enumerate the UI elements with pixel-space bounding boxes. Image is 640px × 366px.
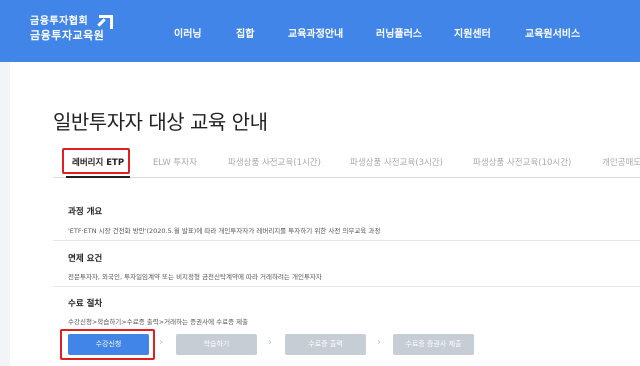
- section-divider: [53, 240, 640, 241]
- logo-line2: 금융투자교육원: [30, 29, 105, 42]
- chevron-right-icon: ›: [159, 337, 163, 348]
- overview-title: 과정 개요: [68, 207, 103, 217]
- procedure-title: 수료 절차: [68, 299, 103, 309]
- tab-divider: [53, 177, 640, 178]
- tab-highlight-box: [62, 148, 130, 174]
- exemption-text: 전문투자자, 외국인, 투자일임계약 또는 비지정형 금전신탁계약에 따라 거래…: [68, 273, 322, 281]
- tab-derivatives-1h[interactable]: 파생상품 사전교육(1시간): [228, 156, 321, 168]
- tab-elw-investor[interactable]: ELW 투자자: [153, 156, 197, 168]
- tab-active-indicator: [66, 176, 130, 178]
- study-button: 학습하기: [176, 334, 257, 355]
- print-certificate-button: 수료증 출력: [285, 334, 366, 355]
- site-header: 금융투자협회 금융투자교육원 이러닝 집합 교육과정안내 러닝플러스 지원센터 …: [0, 0, 640, 62]
- logo-line1: 금융투자협회: [30, 16, 89, 27]
- exemption-title: 면제 요건: [68, 254, 103, 264]
- nav-institute-services[interactable]: 교육원서비스: [525, 25, 580, 40]
- chevron-right-icon: ›: [268, 337, 272, 348]
- nav-learning-plus[interactable]: 러닝플러스: [376, 25, 422, 40]
- page-title: 일반투자자 대상 교육 안내: [53, 110, 268, 134]
- enroll-highlight-box: [60, 329, 155, 360]
- nav-support-center[interactable]: 지원센터: [454, 25, 491, 40]
- submit-certificate-button: 수료증 증권사 제출: [393, 334, 474, 355]
- tab-derivatives-3h[interactable]: 파생상품 사전교육(3시간): [350, 156, 443, 168]
- nav-elearning[interactable]: 이러닝: [174, 25, 202, 40]
- tab-derivatives-10h[interactable]: 파생상품 사전교육(10시간): [473, 156, 571, 168]
- logo[interactable]: 금융투자협회 금융투자교육원: [30, 16, 104, 43]
- overview-text: 'ETF·ETN 시장 건전화 방안'(2020.5.월 발표)에 따라 개인투…: [68, 227, 381, 235]
- procedure-text: 수강신청>학습하기>수료증 출력>거래하는 증권사에 수료증 제출: [68, 318, 249, 326]
- section-divider: [53, 286, 640, 287]
- chevron-right-icon: ›: [377, 337, 381, 348]
- logo-arrow-icon: [99, 15, 113, 29]
- tab-short-selling[interactable]: 개인공매도: [602, 156, 640, 168]
- nav-course-info[interactable]: 교육과정안내: [288, 25, 343, 40]
- nav-group-training[interactable]: 집합: [236, 25, 254, 40]
